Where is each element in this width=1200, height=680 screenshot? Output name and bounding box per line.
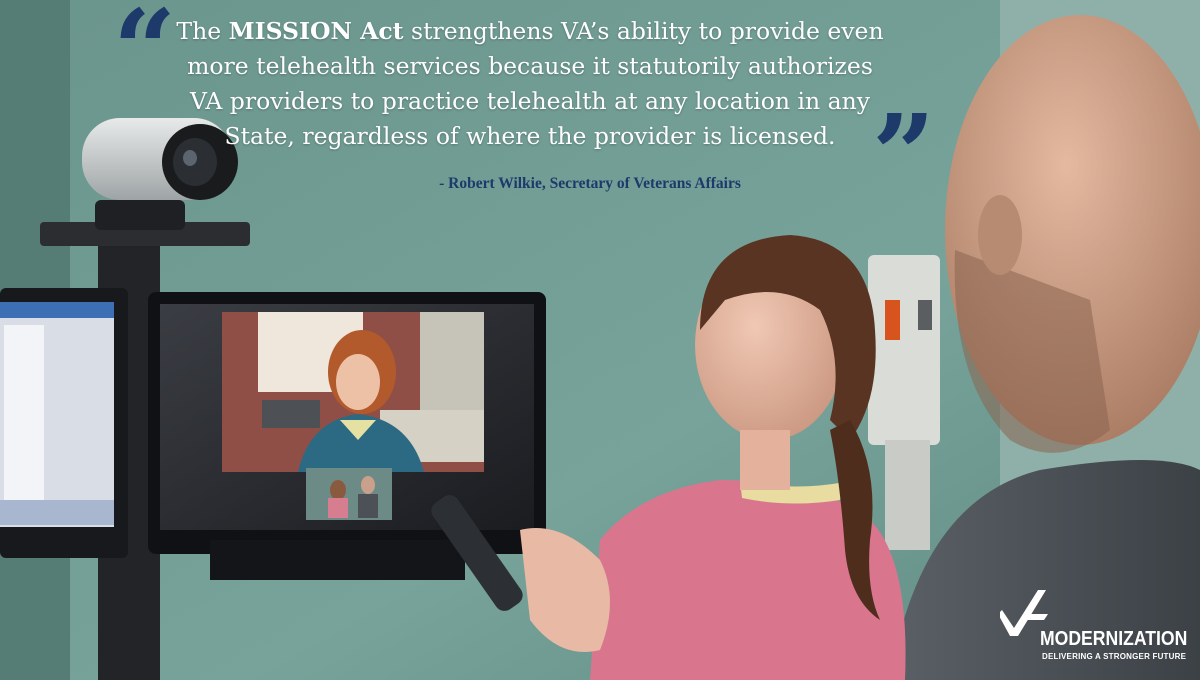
quote-text: The MISSION Act strengthens VA’s ability… — [150, 14, 910, 154]
quote-attribution: - Robert Wilkie, Secretary of Veterans A… — [439, 175, 741, 192]
left-monitor — [0, 288, 128, 558]
quote-line-1-post: strengthens VA’s ability to provide even — [403, 17, 884, 45]
quote-line-4: State, regardless of where the provider … — [224, 122, 836, 150]
quote-line-1: The MISSION Act strengthens VA’s ability… — [150, 14, 910, 49]
quote-bold-phrase: MISSION Act — [228, 17, 404, 45]
main-monitor — [148, 292, 546, 554]
modernization-logo: MODERNIZATION DELIVERING A STRONGER FUTU… — [1000, 588, 1190, 668]
logo-tagline: DELIVERING A STRONGER FUTURE — [1042, 652, 1187, 661]
camera-base — [95, 200, 185, 230]
quote-line-1-pre: The — [176, 17, 229, 45]
logo-wordmark: MODERNIZATION — [1040, 628, 1188, 650]
quote-line-2: more telehealth services because it stat… — [187, 52, 873, 80]
quote-line-3: VA providers to practice telehealth at a… — [189, 87, 871, 115]
telehealth-photo: “ ” The MISSION Act strengthens VA’s abi… — [0, 0, 1200, 680]
monitor-stand — [210, 540, 465, 580]
